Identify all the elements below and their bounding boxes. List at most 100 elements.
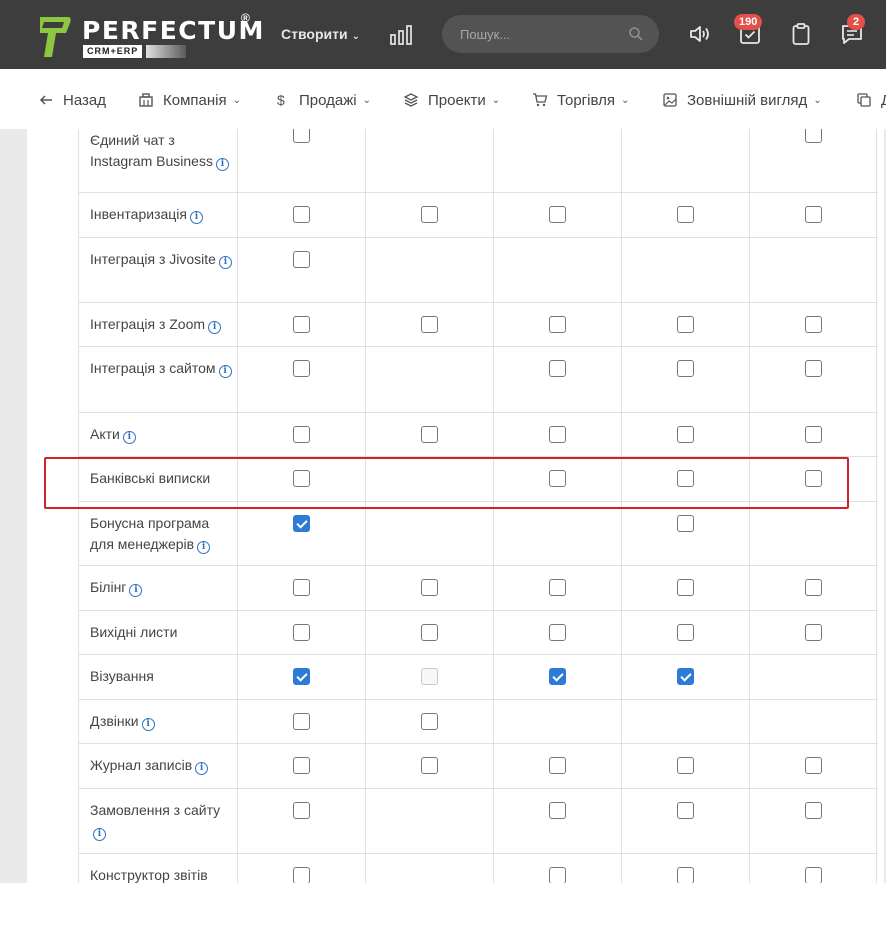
- volume-icon[interactable]: [688, 22, 712, 46]
- permission-cell: [621, 854, 749, 883]
- permission-checkbox[interactable]: [549, 426, 566, 443]
- permission-checkbox[interactable]: [549, 624, 566, 641]
- permission-checkbox[interactable]: [677, 426, 694, 443]
- permission-checkbox[interactable]: [549, 867, 566, 883]
- info-icon[interactable]: i: [195, 762, 209, 775]
- info-icon[interactable]: i: [215, 157, 229, 171]
- permission-checkbox[interactable]: [293, 470, 310, 487]
- stats-chart-icon[interactable]: [390, 25, 412, 45]
- permission-checkbox[interactable]: [293, 206, 310, 223]
- permission-checkbox[interactable]: [293, 579, 310, 596]
- nav-back[interactable]: Назад: [38, 90, 106, 110]
- permission-checkbox[interactable]: [293, 713, 310, 730]
- permission-cell: [621, 193, 749, 237]
- permission-checkbox-checked[interactable]: [293, 515, 310, 532]
- info-icon[interactable]: i: [141, 718, 155, 731]
- search-icon[interactable]: [628, 26, 644, 42]
- permission-label-cell: Інтеграція з Zoom i: [78, 303, 237, 346]
- permission-checkbox[interactable]: [805, 426, 822, 443]
- permission-checkbox[interactable]: [421, 316, 438, 333]
- permission-checkbox[interactable]: [677, 802, 694, 819]
- permission-checkbox[interactable]: [293, 624, 310, 641]
- permission-checkbox[interactable]: [677, 316, 694, 333]
- permission-checkbox[interactable]: [421, 426, 438, 443]
- nav-trade[interactable]: Торгівля ⌄: [532, 90, 629, 110]
- permission-checkbox[interactable]: [293, 251, 310, 268]
- permission-checkbox[interactable]: [421, 713, 438, 730]
- permission-row: Журнал записів i: [78, 744, 878, 789]
- info-icon[interactable]: i: [208, 321, 222, 334]
- permission-cell: [493, 611, 621, 654]
- permission-checkbox[interactable]: [677, 206, 694, 223]
- search-input[interactable]: [460, 25, 620, 43]
- permission-cell: [621, 655, 749, 699]
- permission-checkbox[interactable]: [805, 579, 822, 596]
- info-icon[interactable]: i: [122, 431, 136, 444]
- permission-checkbox[interactable]: [805, 206, 822, 223]
- permission-row: Єдиний чат з Instagram Business i: [78, 129, 878, 193]
- permission-checkbox[interactable]: [805, 129, 822, 143]
- permission-label-text: Інвентаризація: [90, 206, 187, 222]
- create-menu-button[interactable]: Створити ⌄: [281, 26, 360, 42]
- permission-checkbox[interactable]: [677, 624, 694, 641]
- info-icon[interactable]: i: [218, 256, 232, 269]
- permission-cell: [749, 611, 877, 654]
- permission-checkbox[interactable]: [549, 360, 566, 377]
- permission-checkbox[interactable]: [805, 360, 822, 377]
- permission-checkbox[interactable]: [677, 360, 694, 377]
- permission-checkbox[interactable]: [549, 470, 566, 487]
- nav-company[interactable]: Компанія ⌄: [138, 90, 241, 110]
- permission-checkbox[interactable]: [421, 579, 438, 596]
- permission-checkbox[interactable]: [293, 316, 310, 333]
- permission-checkbox[interactable]: [677, 867, 694, 883]
- perfectum-logo[interactable]: PERFECTUM ® CRM+ERP: [38, 11, 263, 62]
- permission-checkbox[interactable]: [293, 360, 310, 377]
- search-box[interactable]: [442, 15, 659, 53]
- permission-cell: [749, 457, 877, 501]
- nav-more[interactable]: Д: [856, 90, 886, 110]
- permission-checkbox[interactable]: [805, 757, 822, 774]
- tasks-badge: 190: [734, 14, 763, 30]
- info-icon[interactable]: i: [197, 540, 211, 554]
- permission-cell: [493, 566, 621, 610]
- permission-cell: [493, 854, 621, 883]
- info-icon[interactable]: i: [189, 211, 203, 224]
- permission-checkbox[interactable]: [293, 867, 310, 883]
- permission-label-cell: Вихідні листи: [78, 611, 237, 654]
- nav-appearance[interactable]: Зовнішній вигляд ⌄: [662, 90, 822, 110]
- permission-checkbox[interactable]: [805, 867, 822, 883]
- permission-checkbox[interactable]: [677, 515, 694, 532]
- permission-cell: [749, 655, 877, 699]
- chevron-down-icon: ⌄: [232, 94, 241, 106]
- permission-checkbox[interactable]: [293, 426, 310, 443]
- permission-checkbox[interactable]: [549, 579, 566, 596]
- info-icon[interactable]: i: [218, 365, 232, 378]
- permission-checkbox[interactable]: [677, 470, 694, 487]
- permission-checkbox[interactable]: [677, 579, 694, 596]
- info-icon[interactable]: i: [93, 827, 106, 841]
- nav-sales[interactable]: $ Продажі ⌄: [274, 90, 371, 110]
- permission-checkbox-checked[interactable]: [293, 668, 310, 685]
- nav-projects-label: Проекти: [428, 91, 486, 109]
- nav-projects[interactable]: Проекти ⌄: [403, 90, 500, 110]
- permission-checkbox[interactable]: [293, 802, 310, 819]
- permission-checkbox[interactable]: [805, 316, 822, 333]
- permission-checkbox-checked[interactable]: [677, 668, 694, 685]
- permission-checkbox[interactable]: [805, 802, 822, 819]
- clipboard-icon[interactable]: [789, 22, 813, 46]
- permission-checkbox[interactable]: [805, 624, 822, 641]
- permission-checkbox[interactable]: [549, 757, 566, 774]
- permission-checkbox[interactable]: [293, 129, 310, 143]
- permission-checkbox[interactable]: [549, 206, 566, 223]
- permission-checkbox[interactable]: [805, 470, 822, 487]
- permission-checkbox[interactable]: [421, 757, 438, 774]
- permission-checkbox[interactable]: [293, 757, 310, 774]
- info-icon[interactable]: i: [129, 584, 143, 597]
- permission-row: Інтеграція з сайтом i: [78, 347, 878, 413]
- permission-checkbox[interactable]: [421, 206, 438, 223]
- permission-checkbox[interactable]: [677, 757, 694, 774]
- permission-checkbox-checked[interactable]: [549, 668, 566, 685]
- permission-checkbox[interactable]: [421, 624, 438, 641]
- permission-checkbox[interactable]: [549, 316, 566, 333]
- permission-checkbox[interactable]: [549, 802, 566, 819]
